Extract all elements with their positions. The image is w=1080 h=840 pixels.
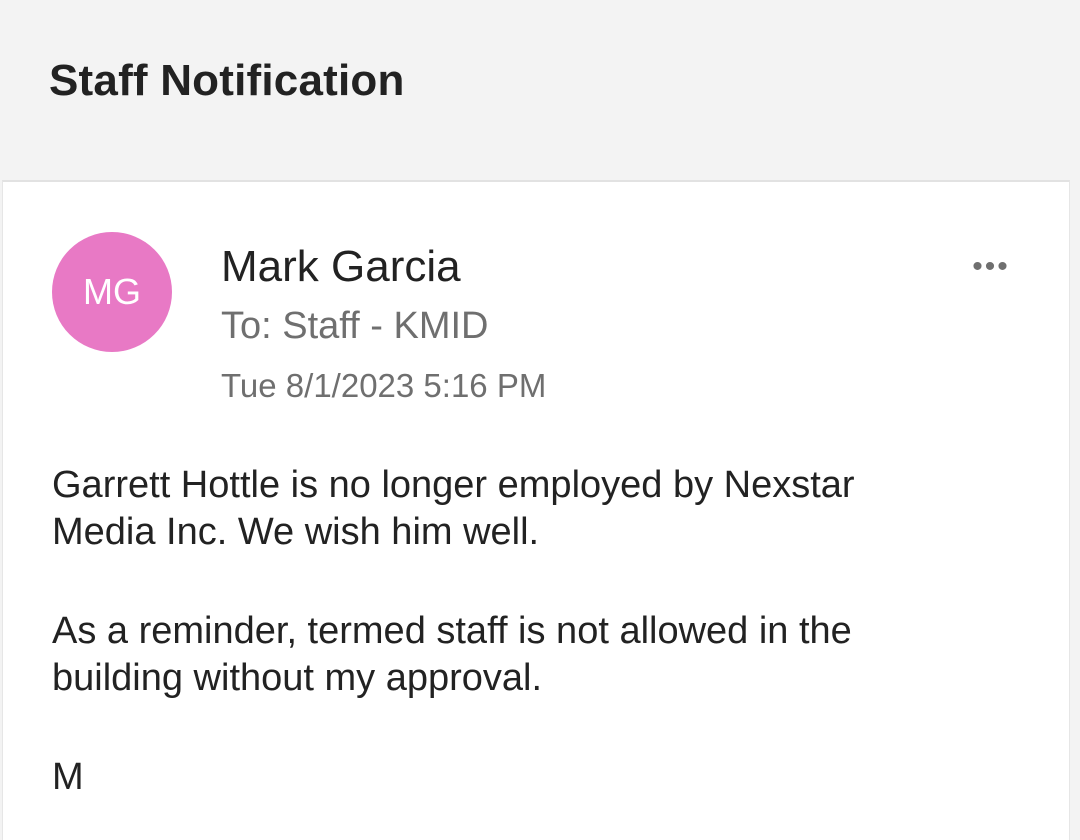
- body-paragraph: Garrett Hottle is no longer employed by …: [52, 462, 1052, 556]
- body-line: As a reminder, termed staff is not allow…: [52, 610, 852, 652]
- recipients-line[interactable]: To: Staff - KMID: [221, 305, 488, 348]
- sender-name[interactable]: Mark Garcia: [221, 242, 461, 292]
- body-paragraph: As a reminder, termed staff is not allow…: [52, 608, 1052, 702]
- message-card: MG Mark Garcia To: Staff - KMID Tue 8/1/…: [2, 180, 1070, 840]
- body-line: building without my approval.: [52, 657, 543, 699]
- more-options-icon[interactable]: •••: [961, 250, 1021, 283]
- avatar-initials: MG: [83, 271, 141, 312]
- sender-avatar[interactable]: MG: [52, 232, 172, 352]
- message-body: Garrett Hottle is no longer employed by …: [52, 462, 1052, 801]
- body-line: Media Inc. We wish him well.: [52, 511, 540, 553]
- signature: M: [52, 756, 84, 798]
- message-header: Staff Notification: [0, 0, 1080, 180]
- sent-date: Tue 8/1/2023 5:16 PM: [221, 367, 547, 404]
- body-line: Garrett Hottle is no longer employed by …: [52, 464, 855, 506]
- message-subject: Staff Notification: [49, 56, 405, 105]
